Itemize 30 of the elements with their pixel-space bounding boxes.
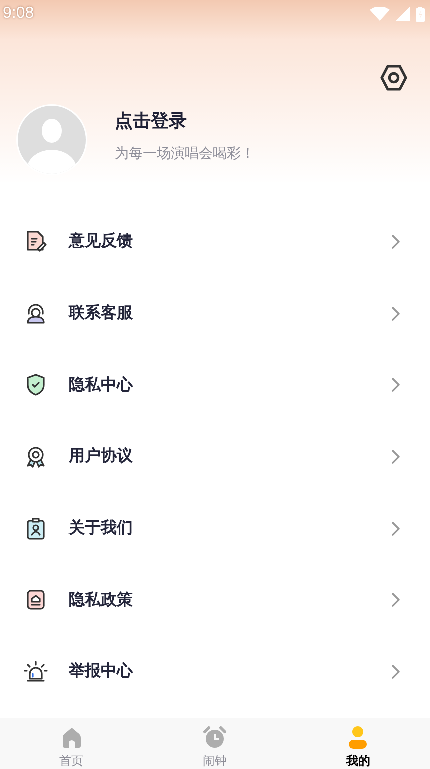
slogan-text: 为每一场演唱会喝彩！	[115, 145, 255, 163]
battery-icon	[416, 6, 425, 22]
menu-item[interactable]: 关于我们	[0, 492, 430, 564]
chevron-icon	[392, 306, 400, 321]
menu-item[interactable]: 联系客服	[0, 278, 430, 350]
menu-item[interactable]: 隐私中心	[0, 349, 430, 422]
menu-item[interactable]: 举报中心	[0, 636, 430, 708]
chevron-icon	[392, 522, 400, 536]
menu-item[interactable]: 意见反馈	[0, 206, 430, 278]
ribbon-icon	[24, 444, 48, 469]
nav-tab[interactable]: 我的	[286, 718, 430, 769]
chevron-icon	[392, 593, 400, 608]
chevron-icon	[392, 450, 400, 464]
chevron-icon	[392, 378, 400, 392]
menu-item[interactable]: 用户协议	[0, 421, 430, 493]
wifi-icon	[370, 7, 390, 21]
note-icon	[24, 230, 48, 254]
settings-icon[interactable]	[380, 64, 408, 92]
signal-icon	[396, 7, 410, 21]
chevron-icon	[392, 664, 400, 679]
badge-icon	[24, 516, 48, 541]
status-time: 9:08	[3, 5, 34, 23]
shield-icon	[24, 373, 48, 398]
house-icon	[24, 588, 48, 612]
login-link[interactable]: 点击登录	[115, 109, 255, 133]
menu-item[interactable]: 隐私政策	[0, 564, 430, 636]
alarm-clock-icon	[202, 726, 227, 750]
chevron-icon	[392, 234, 400, 249]
siren-icon	[24, 660, 48, 684]
headset-icon	[24, 302, 48, 326]
